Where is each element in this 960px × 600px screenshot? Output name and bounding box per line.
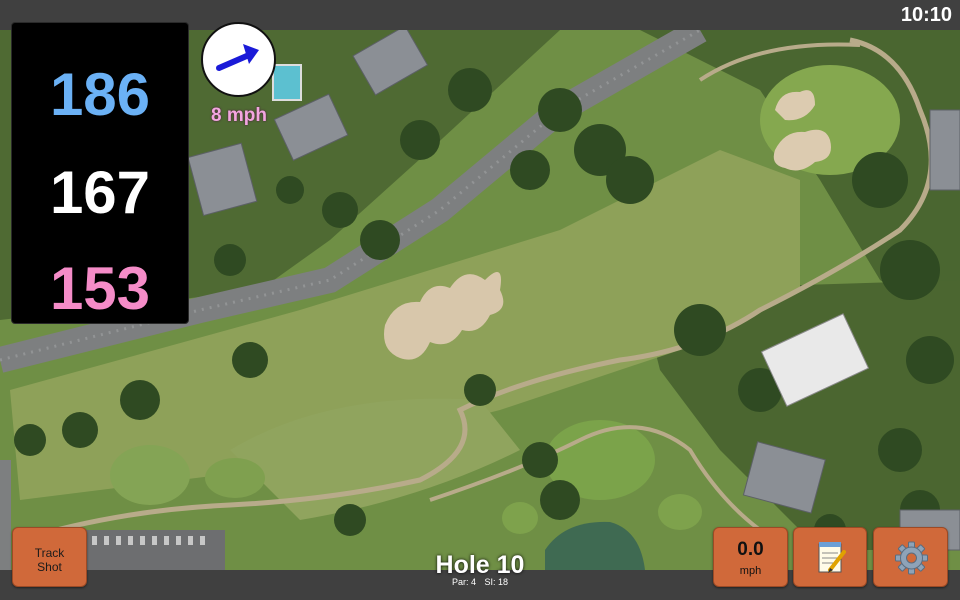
arrow-icon <box>216 44 259 71</box>
track-shot-button[interactable]: Track Shot <box>12 527 87 587</box>
wind-speed: 8 mph <box>211 105 267 126</box>
track-shot-label-line2: Shot <box>37 560 62 574</box>
clock: 10:10 <box>900 4 952 26</box>
hole-par: Par: 4 <box>451 577 476 587</box>
track-shot-label-line1: Track <box>34 546 65 560</box>
wind-direction-dial <box>201 22 276 97</box>
settings-button[interactable] <box>873 527 948 587</box>
speed-unit: mph <box>739 565 762 577</box>
front-distance: 153 <box>49 255 151 322</box>
notepad-icon <box>818 542 846 573</box>
golf-gps-screen: 10:10 186 167 153 8 mph Track Shot Hole … <box>0 0 960 600</box>
distance-panel: 186 167 153 <box>11 22 189 324</box>
back-distance: 186 <box>49 61 151 128</box>
hole-title: Hole 10 <box>435 551 525 579</box>
speed-value: 0.0 <box>737 539 764 560</box>
middle-distance: 167 <box>49 159 151 226</box>
hole-stroke-index: SI: 18 <box>484 577 509 587</box>
gear-icon <box>895 541 928 575</box>
hole-info: Par: 4 SI: 18 <box>380 577 580 587</box>
notes-button[interactable] <box>793 527 867 587</box>
speed-button[interactable]: 0.0 mph <box>713 527 788 587</box>
